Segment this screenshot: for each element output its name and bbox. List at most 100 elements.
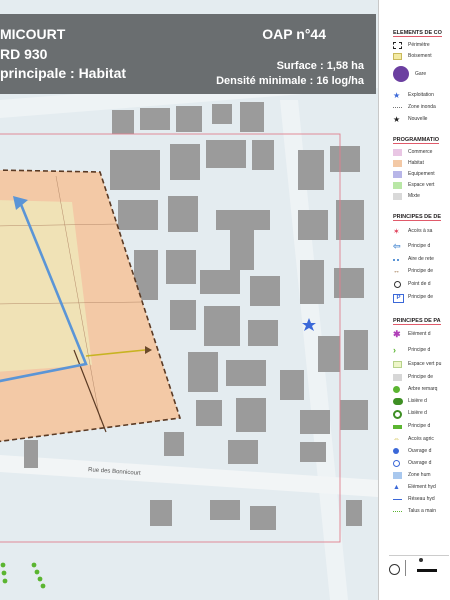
purple-asterisk-icon: ✱: [393, 329, 401, 339]
building: [210, 500, 240, 520]
blue-dots-icon: [393, 259, 399, 268]
equipment-swatch: [393, 171, 402, 178]
building: [166, 250, 196, 284]
legend-item: ★ Nouvelle: [393, 115, 428, 124]
legend-item: ✱ Elément d: [393, 329, 431, 339]
legend-item: Espace vert: [393, 182, 450, 190]
legend-item: Ouvrage d: [393, 448, 450, 456]
legend-item: Principe de: [393, 374, 450, 382]
legend-item: ✶ Accès à sa: [393, 227, 433, 236]
legend-item: › Principe d: [393, 345, 431, 355]
legend-section-title: ELEMENTS DE CO: [393, 30, 442, 37]
commerce-swatch: [393, 149, 402, 156]
legend-item: Mixte: [393, 193, 450, 201]
building: [170, 144, 200, 180]
map-view[interactable]: Rue des Bonnicourt MICOURT RD 930 princi…: [0, 0, 378, 600]
building: [112, 110, 134, 134]
legend-item: Talus a main: [393, 508, 450, 516]
building: [280, 370, 304, 400]
building: [168, 196, 198, 232]
map-legend: ELEMENTS DE CO Périmètre Boisement Gare …: [378, 0, 450, 600]
legend-item: Lisière d: [393, 410, 450, 419]
building: [24, 440, 38, 468]
building: [188, 352, 218, 392]
legend-item: ⇦ Principe d: [393, 241, 431, 251]
building: [300, 410, 330, 434]
legend-item: Périmètre: [393, 42, 450, 50]
point-icon: [394, 281, 401, 288]
building: [206, 140, 246, 168]
building: [164, 432, 184, 456]
building: [248, 320, 278, 346]
building: [298, 150, 324, 190]
title-banner: MICOURT RD 930 principale : Habitat OAP …: [0, 14, 376, 94]
legend-item: Réseau hyd: [393, 496, 450, 504]
legend-item: Aire de rete: [393, 256, 450, 264]
building: [150, 500, 172, 526]
density-value: Densité minimale : 16 log/ha: [216, 75, 364, 87]
building: [318, 336, 340, 372]
legend-item: Espace vert pu: [393, 361, 450, 369]
north-arrow-icon: [389, 564, 400, 575]
legend-item: Arbre remarq: [393, 386, 450, 394]
green-hedge-icon: [393, 398, 403, 405]
building: [298, 210, 328, 240]
dotted-line-icon: [393, 107, 402, 115]
legend-item: Habitat: [393, 160, 450, 168]
blue-circle-icon: [393, 448, 399, 454]
legend-item: Point de d: [393, 281, 450, 289]
building: [140, 108, 170, 130]
road-name: RD 930: [0, 46, 48, 62]
brown-double-arrow-icon: ↔: [393, 268, 400, 275]
building: [344, 330, 368, 370]
yellow-square-icon: [393, 53, 402, 60]
scale-marker-icon: [419, 558, 423, 562]
legend-item: ▲ Elément hyd: [393, 484, 436, 491]
mixed-swatch: [393, 193, 402, 200]
habitat-swatch: [393, 160, 402, 167]
surface-value: Surface : 1,58 ha: [276, 60, 364, 72]
building: [250, 276, 280, 306]
green-circle-icon: [393, 386, 400, 393]
building: [330, 146, 360, 172]
building: [228, 440, 258, 464]
yellow-arrow-icon: ⇔: [393, 436, 400, 443]
dashed-frame-icon: [393, 42, 402, 49]
building: [252, 140, 274, 170]
commune-name: MICOURT: [0, 26, 66, 42]
legend-item: Principe d: [393, 423, 450, 431]
vocation-label: principale : Habitat: [0, 65, 127, 81]
building: [300, 442, 326, 462]
green-space-swatch: [393, 182, 402, 189]
legend-item: Zone inonda: [393, 104, 450, 112]
blue-circle-outline-icon: [393, 460, 400, 467]
blue-star-icon: ★: [393, 91, 401, 100]
building: [236, 398, 266, 432]
legend-item: ★ Exploitation: [393, 91, 434, 100]
gray-square-icon: [393, 374, 402, 381]
legend-section-title: PROGRAMMATIO: [393, 137, 440, 144]
black-star-icon: ★: [393, 115, 401, 124]
building: [250, 506, 276, 530]
building: [212, 104, 232, 124]
building: [216, 210, 270, 230]
green-bar-icon: [393, 425, 402, 429]
building: [334, 268, 364, 298]
building: [176, 106, 202, 132]
train-station-icon: [393, 66, 409, 82]
legend-item: ↔ Principe de: [393, 268, 434, 275]
legend-item: Zone hum: [393, 472, 450, 480]
scale-divider: [405, 560, 406, 576]
building: [230, 230, 254, 270]
red-star-icon: ✶: [393, 227, 400, 236]
green-chevron-icon: ›: [393, 345, 396, 355]
legend-item: Gare: [393, 66, 450, 84]
legend-section-title: PRINCIPES DE PA: [393, 318, 441, 325]
blue-triangle-icon: ▲: [393, 484, 400, 491]
north-and-scale: [389, 555, 449, 586]
oap-sheet: Rue des Bonnicourt MICOURT RD 930 princi…: [0, 0, 450, 600]
building: [226, 360, 266, 386]
legend-item: Commerce: [393, 149, 450, 157]
building: [196, 400, 222, 426]
building: [204, 306, 240, 346]
